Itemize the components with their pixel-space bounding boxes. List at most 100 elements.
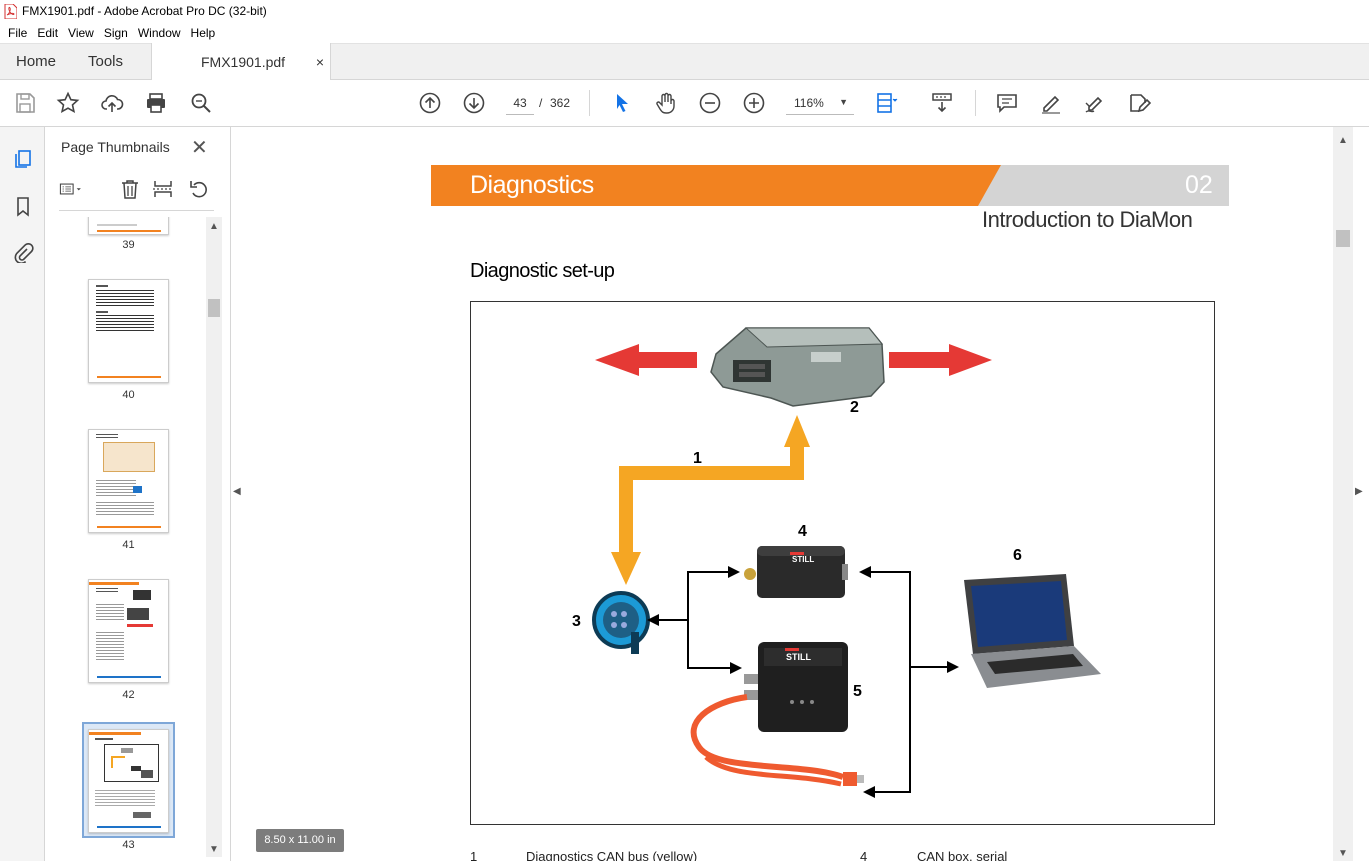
chapter-title: Diagnostics [470, 171, 594, 199]
legend-number: 4 [860, 849, 868, 861]
menu-view[interactable]: View [63, 26, 99, 40]
diagnostic-setup-figure: STILL STILL 1 2 3 4 5 6 [470, 301, 1215, 825]
thumbnail-page-40[interactable] [88, 279, 169, 383]
menu-file[interactable]: File [3, 26, 32, 40]
menu-help[interactable]: Help [186, 26, 221, 40]
thumbnail-page-39[interactable] [88, 217, 169, 235]
thumbnail-scrollbar[interactable]: ▲ ▼ [206, 217, 222, 857]
legend-text: Diagnostics CAN bus (yellow) [526, 849, 698, 861]
previous-page-icon[interactable] [417, 90, 443, 116]
attachment-icon[interactable] [10, 239, 36, 265]
bookmark-icon[interactable] [10, 193, 36, 219]
thumbnail-list: 39 40 41 42 43 [45, 217, 213, 857]
chevron-down-icon: ▼ [839, 97, 848, 107]
tab-home[interactable]: Home [16, 44, 56, 80]
thumbnail-page-43[interactable] [88, 729, 169, 833]
still-logo-text: STILL [792, 555, 814, 564]
can-box-serial-image: STILL [744, 546, 848, 598]
options-menu-icon[interactable] [59, 177, 83, 201]
yellow-arrow-up [784, 415, 810, 447]
legend-text: CAN box, serial [917, 849, 1008, 861]
zoom-in-icon[interactable] [741, 90, 767, 116]
controller-unit-image [710, 327, 885, 407]
tab-document-label: FMX1901.pdf [201, 54, 286, 70]
navigation-rail [0, 127, 45, 861]
figure-label-2: 2 [850, 399, 859, 416]
figure-label-6: 6 [1013, 547, 1022, 564]
figure-label-5: 5 [853, 683, 862, 700]
legend-number: 1 [470, 849, 478, 861]
red-arrow-left [595, 344, 697, 376]
scroll-up-icon[interactable]: ▲ [1338, 135, 1348, 146]
page-separator: / [539, 96, 543, 110]
expand-right-panel-icon[interactable]: ▶ [1355, 486, 1363, 497]
red-arrow-right [889, 344, 992, 376]
thumbnail-label: 41 [122, 539, 135, 551]
thumbnail-label: 40 [122, 389, 135, 401]
tab-document[interactable]: FMX1901.pdf × [151, 43, 331, 81]
select-cursor-icon[interactable] [609, 90, 635, 116]
chapter-subtitle: Introduction to DiaMon [982, 207, 1193, 232]
scrollbar-thumb[interactable] [208, 299, 220, 317]
thumbnail-page-41[interactable] [88, 429, 169, 533]
print-icon[interactable] [143, 90, 169, 116]
thumbnail-label: 43 [122, 839, 135, 851]
collapse-panel-icon[interactable]: ◀ [233, 486, 241, 497]
menu-window[interactable]: Window [133, 26, 186, 40]
highlight-pen-icon[interactable] [1038, 90, 1064, 116]
tab-tools[interactable]: Tools [88, 44, 123, 80]
fill-sign-icon[interactable] [1126, 90, 1152, 116]
diagnostic-connector-image [592, 591, 650, 654]
menu-sign[interactable]: Sign [99, 26, 133, 40]
close-icon[interactable]: ✕ [191, 135, 208, 160]
extract-page-icon[interactable] [151, 177, 175, 201]
laptop-image [964, 574, 1101, 688]
document-scrollbar[interactable]: ▲ ▼ [1333, 127, 1353, 861]
next-page-icon[interactable] [461, 90, 487, 116]
page-number-input[interactable] [506, 91, 534, 115]
scroll-down-icon[interactable]: ▼ [209, 844, 219, 855]
main-toolbar [0, 80, 1369, 127]
tab-bar: Home Tools FMX1901.pdf × [0, 43, 1369, 81]
menu-bar: File Edit View Sign Window Help [0, 22, 1369, 43]
upload-cloud-icon[interactable] [99, 90, 125, 116]
bookmark-star-icon[interactable] [55, 90, 81, 116]
panel-divider [59, 210, 214, 211]
search-icon[interactable] [188, 90, 214, 116]
chapter-number: 02 [1185, 171, 1213, 199]
title-bar: FMX1901.pdf - Adobe Acrobat Pro DC (32-b… [0, 0, 1369, 22]
figure-label-4: 4 [798, 523, 807, 540]
still-logo-text: STILL [786, 652, 811, 662]
page-thumbnails-icon[interactable] [10, 146, 36, 172]
thumbnail-label: 42 [122, 689, 135, 701]
page-fit-icon[interactable] [873, 90, 899, 116]
scroll-mode-icon[interactable] [929, 90, 955, 116]
banner-slant [978, 165, 1010, 206]
toolbar-divider [975, 90, 976, 116]
zoom-select[interactable]: 116% ▼ [786, 91, 854, 115]
draw-freehand-icon[interactable] [1082, 90, 1108, 116]
scroll-down-icon[interactable]: ▼ [1338, 848, 1348, 859]
zoom-out-icon[interactable] [697, 90, 723, 116]
section-heading: Diagnostic set-up [470, 260, 615, 282]
toolbar-divider [589, 90, 590, 116]
document-view[interactable]: Diagnostics 02 Introduction to DiaMon Di… [248, 127, 1333, 861]
rotate-page-icon[interactable] [187, 177, 211, 201]
tab-close-icon[interactable]: × [316, 43, 324, 81]
comment-icon[interactable] [994, 90, 1020, 116]
menu-edit[interactable]: Edit [32, 26, 63, 40]
save-icon[interactable] [12, 90, 38, 116]
scroll-up-icon[interactable]: ▲ [209, 221, 219, 232]
panel-title: Page Thumbnails [61, 139, 170, 155]
zoom-value: 116% [794, 96, 824, 110]
window-title: FMX1901.pdf - Adobe Acrobat Pro DC (32-b… [22, 4, 267, 18]
scrollbar-thumb[interactable] [1336, 230, 1350, 247]
thumbnail-page-42[interactable] [88, 579, 169, 683]
thumbnail-label: 39 [122, 239, 135, 251]
page-size-badge: 8.50 x 11.00 in [256, 829, 344, 852]
figure-label-1: 1 [693, 450, 702, 467]
total-pages: 362 [550, 96, 571, 110]
setup-diagram: STILL STILL 1 2 3 4 5 6 [572, 327, 1101, 798]
delete-page-icon[interactable] [118, 177, 142, 201]
hand-tool-icon[interactable] [653, 90, 679, 116]
